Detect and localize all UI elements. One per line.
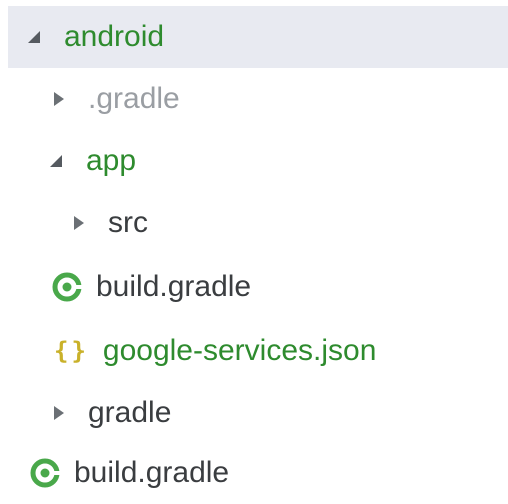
tree-item-label: build.gradle xyxy=(74,456,230,489)
tree-item-src[interactable]: src xyxy=(8,192,508,254)
collapsed-arrow-icon[interactable] xyxy=(54,406,64,420)
gradle-file-icon xyxy=(30,458,60,488)
json-file-icon: {} xyxy=(54,337,89,365)
tree-item-root-build-gradle[interactable]: build.gradle xyxy=(8,442,508,504)
collapsed-arrow-icon[interactable] xyxy=(54,92,64,106)
tree-item-label: src xyxy=(108,206,148,239)
gradle-file-icon xyxy=(52,272,82,302)
file-explorer-tree: android .gradle app src build.gradle {} … xyxy=(8,0,508,500)
tree-item-label: gradle xyxy=(88,396,172,429)
expanded-arrow-icon[interactable] xyxy=(28,31,40,43)
collapsed-arrow-icon[interactable] xyxy=(74,216,84,230)
tree-item-google-services-json[interactable]: {} google-services.json xyxy=(8,320,508,382)
tree-item-app[interactable]: app xyxy=(8,130,508,192)
expanded-arrow-icon[interactable] xyxy=(50,155,62,167)
tree-item-label: build.gradle xyxy=(96,270,252,303)
tree-item-label: google-services.json xyxy=(102,334,377,367)
tree-item-dot-gradle[interactable]: .gradle xyxy=(8,68,508,130)
tree-item-gradle[interactable]: gradle xyxy=(8,382,508,444)
tree-item-label: app xyxy=(86,144,137,177)
tree-item-label: android xyxy=(64,20,165,53)
tree-item-app-build-gradle[interactable]: build.gradle xyxy=(8,256,508,318)
tree-item-android[interactable]: android xyxy=(8,6,508,68)
tree-item-label: .gradle xyxy=(88,82,180,115)
